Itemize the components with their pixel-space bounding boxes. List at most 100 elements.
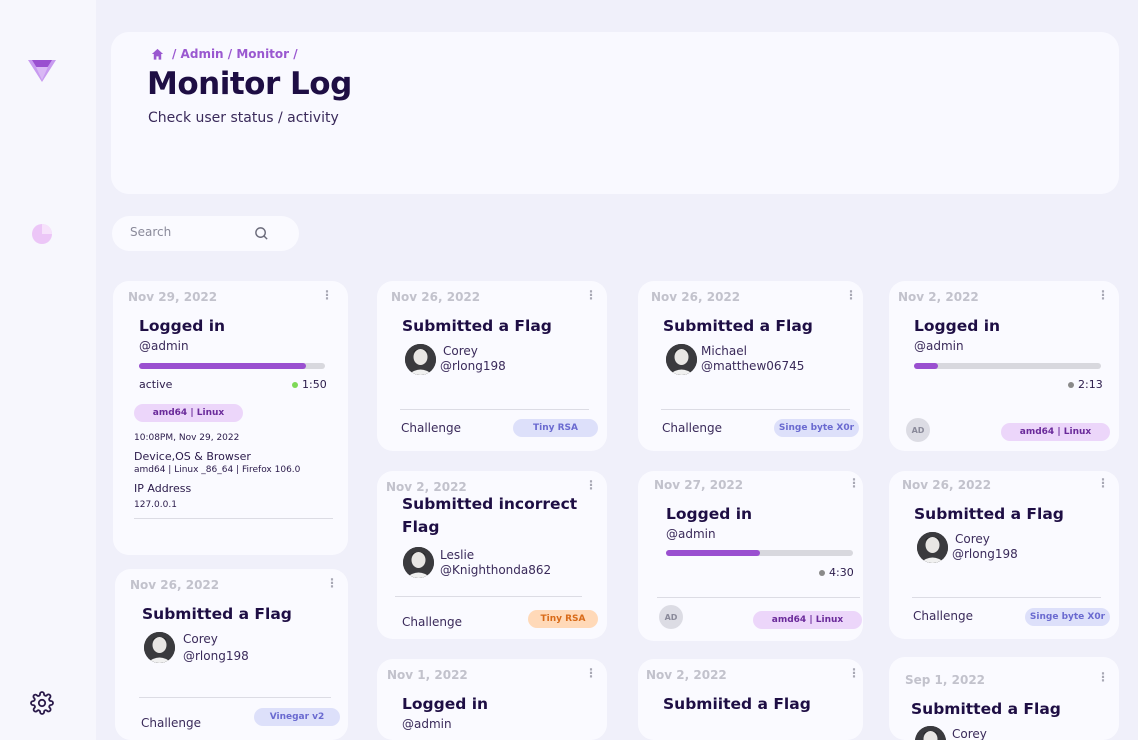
more-options-icon[interactable]: ⋮ [321, 289, 333, 301]
user-handle: @rlong198 [440, 359, 506, 373]
breadcrumb: / Admin / Monitor / [151, 47, 298, 61]
user-handle: @Knighthonda862 [440, 563, 552, 577]
divider [395, 596, 582, 597]
progress-fill [666, 550, 760, 556]
card-handle: @admin [666, 527, 716, 541]
card-title: Submitted incorrect Flag [402, 495, 578, 536]
progress-fill [139, 363, 307, 369]
divider [400, 409, 589, 410]
breadcrumb-path[interactable]: / Admin / Monitor / [172, 47, 298, 61]
more-options-icon[interactable]: ⋮ [585, 289, 597, 301]
divider [912, 597, 1101, 598]
session-time: 1:50 [292, 378, 327, 391]
logo-icon[interactable] [28, 58, 56, 84]
status-dot [292, 381, 298, 388]
avatar-initials: AD [906, 418, 930, 442]
more-options-icon[interactable]: ⋮ [845, 289, 857, 301]
status-label: active [139, 378, 173, 391]
log-card[interactable]: Nov 26, 2022 ⋮ Submitted a Flag Corey @r… [889, 471, 1119, 639]
more-options-icon[interactable]: ⋮ [848, 477, 860, 489]
device-value: amd64 | Linux _86_64 | Firefox 106.0 [134, 465, 301, 475]
user-name: Leslie [440, 548, 475, 562]
log-card[interactable]: Nov 2, 2022 ⋮ Submitted incorrect Flag L… [377, 471, 607, 639]
user-avatar [405, 344, 436, 375]
challenge-tag[interactable]: Tiny RSA [528, 610, 598, 628]
card-date: Nov 1, 2022 [387, 668, 468, 682]
user-name: Corey [955, 532, 990, 546]
log-card[interactable]: Nov 26, 2022 ⋮ Submitted a Flag Corey @r… [377, 281, 607, 451]
avatar-initials: AD [659, 605, 683, 629]
challenge-label: Challenge [913, 609, 973, 623]
log-card[interactable]: Sep 1, 2022 ⋮ Submitted a Flag Corey [889, 657, 1119, 740]
card-date: Nov 26, 2022 [651, 290, 741, 304]
more-options-icon[interactable]: ⋮ [848, 667, 860, 679]
more-options-icon[interactable]: ⋮ [585, 479, 597, 491]
card-date: Nov 29, 2022 [128, 290, 218, 304]
home-icon[interactable] [151, 48, 164, 61]
more-options-icon[interactable]: ⋮ [1097, 477, 1109, 489]
ip-label: IP Address [134, 482, 192, 495]
challenge-tag[interactable]: Tiny RSA [513, 419, 598, 437]
status-dot [819, 569, 825, 576]
more-options-icon[interactable]: ⋮ [326, 577, 338, 589]
user-avatar [403, 547, 434, 578]
log-card[interactable]: Nov 2, 2022 ⋮ Submiited a Flag [638, 659, 863, 740]
gear-icon[interactable] [30, 691, 54, 715]
device-label: Device,OS & Browser [134, 450, 251, 463]
challenge-tag[interactable]: Vinegar v2 [254, 708, 340, 726]
card-title: Submitted a Flag [402, 317, 552, 335]
challenge-label: Challenge [141, 716, 201, 730]
card-title: Logged in [402, 695, 489, 713]
platform-tag[interactable]: amd64 | Linux [134, 404, 243, 422]
search-input[interactable] [130, 225, 260, 239]
pie-chart-icon[interactable] [31, 223, 53, 245]
user-handle: @rlong198 [183, 649, 249, 663]
search-icon[interactable] [254, 226, 269, 241]
ip-value: 127.0.0.1 [134, 500, 177, 510]
log-card[interactable]: Nov 1, 2022 ⋮ Logged in @admin [377, 659, 607, 740]
more-options-icon[interactable]: ⋮ [1097, 289, 1109, 301]
time-value: 2:13 [1078, 378, 1103, 391]
platform-tag[interactable]: amd64 | Linux [753, 611, 862, 629]
log-card[interactable]: Nov 2, 2022 ⋮ Logged in @admin 2:13 AD a… [889, 281, 1119, 451]
card-handle: @admin [139, 339, 189, 353]
status-dot [1068, 381, 1074, 388]
user-name: Michael [701, 344, 747, 358]
platform-tag[interactable]: amd64 | Linux [1001, 423, 1110, 441]
session-time: 4:30 [819, 566, 854, 579]
user-handle: @matthew06745 [701, 359, 805, 373]
log-card[interactable]: Nov 27, 2022 ⋮ Logged in @admin 4:30 AD … [638, 471, 863, 641]
card-date: Nov 2, 2022 [898, 290, 979, 304]
login-timestamp: 10:08PM, Nov 29, 2022 [134, 433, 240, 443]
log-card[interactable]: Nov 29, 2022 ⋮ Logged in @admin active 1… [113, 281, 348, 555]
card-title: Submitted a Flag [142, 605, 292, 623]
more-options-icon[interactable]: ⋮ [1097, 671, 1109, 683]
log-card[interactable]: Nov 26, 2022 ⋮ Submitted a Flag Corey @r… [115, 569, 348, 740]
card-date: Nov 2, 2022 [386, 480, 467, 494]
user-handle: @rlong198 [952, 547, 1018, 561]
card-date: Nov 27, 2022 [654, 478, 744, 492]
card-handle: @admin [914, 339, 964, 353]
card-date: Nov 2, 2022 [646, 668, 727, 682]
challenge-tag[interactable]: Singe byte X0r [1025, 608, 1110, 626]
user-avatar [666, 344, 697, 375]
session-progress [914, 363, 1101, 369]
card-title: Submitted a Flag [914, 505, 1064, 523]
divider [134, 518, 333, 519]
challenge-tag[interactable]: Singe byte X0r [774, 419, 859, 437]
card-title: Submitted a Flag [663, 317, 813, 335]
card-date: Nov 26, 2022 [902, 478, 992, 492]
session-time: 2:13 [1068, 378, 1103, 391]
card-title: Logged in [139, 317, 226, 335]
sidebar [0, 0, 96, 740]
session-progress [666, 550, 853, 556]
card-title: Logged in [666, 505, 753, 523]
divider [657, 597, 860, 598]
card-date: Nov 26, 2022 [391, 290, 481, 304]
page-subtitle: Check user status / activity [148, 110, 339, 126]
page-header: / Admin / Monitor / Monitor Log Check us… [111, 32, 1119, 194]
user-avatar [917, 532, 948, 563]
log-card[interactable]: Nov 26, 2022 ⋮ Submitted a Flag Michael … [638, 281, 863, 451]
more-options-icon[interactable]: ⋮ [585, 667, 597, 679]
time-value: 1:50 [302, 378, 327, 391]
